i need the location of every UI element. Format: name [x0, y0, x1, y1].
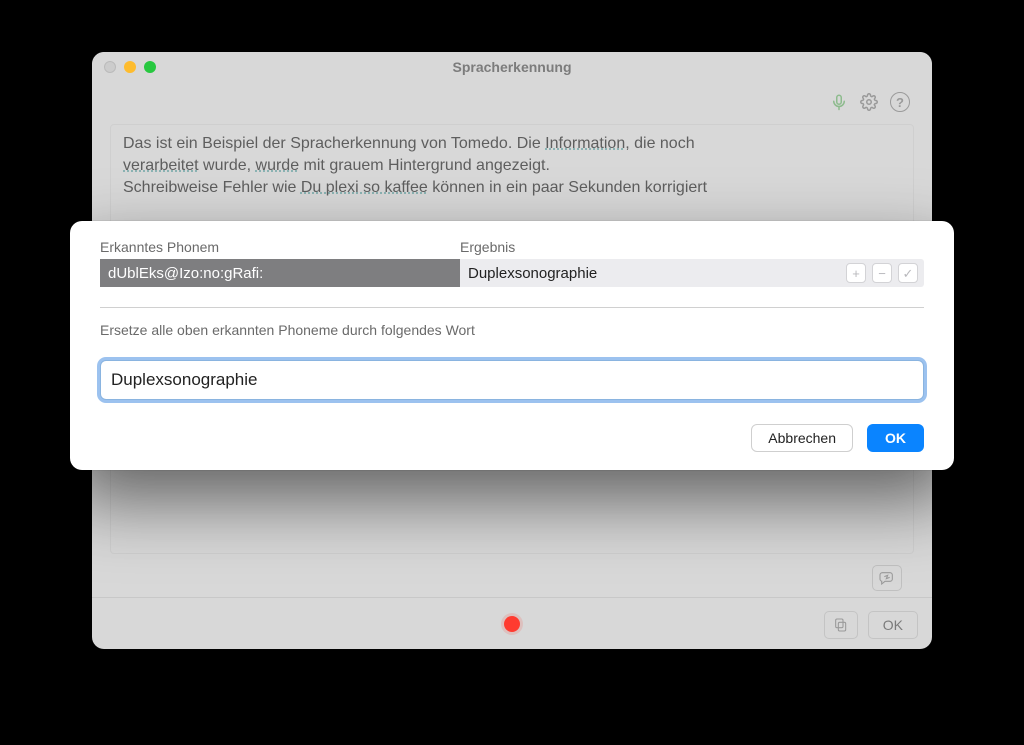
toolbar: ? [92, 82, 932, 112]
add-row-button[interactable]: + [846, 263, 866, 283]
remove-row-button[interactable]: − [872, 263, 892, 283]
parent-ok-button[interactable]: OK [868, 611, 918, 639]
cancel-button[interactable]: Abbrechen [751, 424, 853, 452]
feedback-button[interactable] [872, 565, 902, 591]
text-fragment: Information [545, 135, 625, 152]
sheet-button-row: Abbrechen OK [100, 424, 924, 452]
minimize-icon[interactable] [124, 61, 136, 73]
phoneme-correction-sheet: Erkanntes Phonem Ergebnis dUblEks@Izo:no… [70, 221, 954, 470]
column-header-result: Ergebnis [460, 239, 924, 255]
table-header: Erkanntes Phonem Ergebnis [100, 239, 924, 255]
result-cell: Duplexsonographie [460, 265, 846, 282]
close-icon[interactable] [104, 61, 116, 73]
phoneme-cell: dUblEks@Izo:no:gRafi: [100, 259, 460, 287]
divider [100, 307, 924, 308]
text-fragment: wurde [256, 157, 300, 174]
phoneme-row[interactable]: dUblEks@Izo:no:gRafi: Duplexsonographie … [100, 259, 924, 287]
text-fragment: mit grauem Hintergrund angezeigt. [299, 157, 550, 174]
replacement-word-input[interactable] [100, 360, 924, 400]
zoom-icon[interactable] [144, 61, 156, 73]
record-button[interactable] [504, 616, 520, 632]
row-actions: + − ✓ [846, 263, 924, 283]
microphone-icon[interactable] [830, 93, 848, 111]
traffic-lights [104, 61, 156, 73]
text-fragment: Das ist ein Beispiel der Spracherkennung… [123, 135, 545, 152]
window-title: Spracherkennung [92, 59, 932, 75]
text-fragment: Du plexi so kaffee [301, 179, 428, 196]
copy-button[interactable] [824, 611, 858, 639]
confirm-row-button[interactable]: ✓ [898, 263, 918, 283]
titlebar: Spracherkennung [92, 52, 932, 82]
replace-instruction-label: Ersetze alle oben erkannten Phoneme durc… [100, 322, 924, 338]
column-header-phoneme: Erkanntes Phonem [100, 239, 460, 255]
text-fragment: wurde, [199, 157, 256, 174]
text-fragment: können in ein paar Sekunden korrigiert [428, 179, 707, 196]
bottom-button-group: OK [824, 611, 918, 639]
help-icon[interactable]: ? [890, 92, 910, 112]
text-fragment: Schreibweise Fehler wie [123, 179, 301, 196]
gear-icon[interactable] [860, 93, 878, 111]
text-fragment: verarbeitet [123, 157, 199, 174]
ok-button[interactable]: OK [867, 424, 924, 452]
bottom-bar: OK [92, 597, 932, 649]
text-fragment: , die noch [625, 135, 694, 152]
